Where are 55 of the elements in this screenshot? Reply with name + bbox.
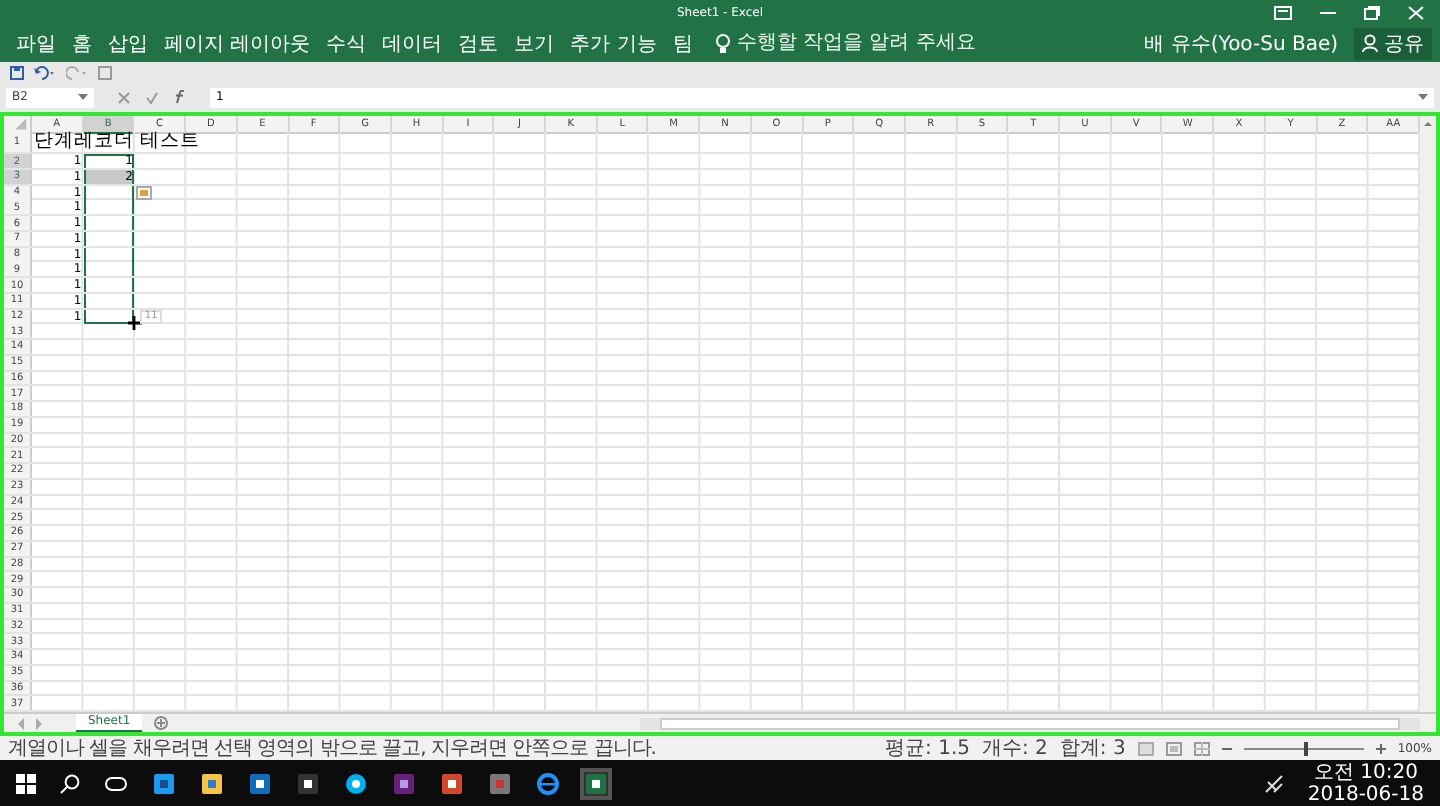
ribbon-display-icon[interactable] xyxy=(1274,6,1292,20)
ribbon-tab[interactable]: 추가 기능 xyxy=(570,29,657,57)
add-sheet-icon[interactable] xyxy=(154,716,169,730)
fill-cursor-icon xyxy=(128,315,143,329)
folder-icon[interactable] xyxy=(200,771,224,795)
close-icon[interactable] xyxy=(1408,6,1424,20)
status-stat: 평균: 1.5 xyxy=(885,736,970,762)
ribbon-tab[interactable]: 삽입 xyxy=(108,29,148,57)
task-view-icon[interactable] xyxy=(104,773,128,793)
clock-time[interactable]: 오전 10:20 xyxy=(1313,761,1418,783)
horizontal-scrollbar[interactable] xyxy=(640,717,1420,729)
zoom-in-icon[interactable] xyxy=(1375,743,1386,753)
selected-cell[interactable] xyxy=(83,278,135,292)
table-cell[interactable]: 단계레코더 테스트 xyxy=(32,132,238,152)
browser-app-icon[interactable] xyxy=(536,771,560,795)
status-stat: 합계: 3 xyxy=(1059,736,1126,762)
selected-cell[interactable] xyxy=(83,247,135,261)
redo-icon xyxy=(66,66,88,80)
restore-icon[interactable] xyxy=(1364,6,1380,20)
ribbon-tab[interactable]: 파일 xyxy=(16,29,56,57)
selected-cell[interactable] xyxy=(83,231,135,246)
person-icon xyxy=(1362,34,1378,52)
ribbon-tab[interactable]: 데이터 xyxy=(382,29,443,57)
lightbulb-icon xyxy=(716,33,731,53)
save-icon[interactable] xyxy=(10,66,24,80)
user-name[interactable]: 배 유수(Yoo-Su Bae) xyxy=(1144,29,1338,57)
status-message: 계열이나 셀을 채우려면 선택 영역의 밖으로 끌고, 지우려면 안쪽으로 끕니다. xyxy=(8,736,656,762)
ribbon-tab[interactable]: 검토 xyxy=(458,29,499,57)
selected-cell[interactable] xyxy=(83,185,135,199)
selected-cell[interactable] xyxy=(83,200,135,215)
share-button[interactable]: 공유 xyxy=(1354,27,1432,59)
ribbon-tab[interactable]: 페이지 레이아웃 xyxy=(164,29,311,57)
selected-cell[interactable] xyxy=(83,216,135,230)
ribbon-tab[interactable]: 홈 xyxy=(72,29,92,57)
scroll-up-icon[interactable] xyxy=(1420,116,1436,132)
ribbon-tab[interactable]: 수식 xyxy=(326,29,367,57)
spreadsheet-app-icon[interactable] xyxy=(584,771,608,795)
ribbon-tab[interactable]: 팀 xyxy=(672,29,693,57)
mail-app-icon[interactable] xyxy=(248,771,272,795)
function-icon[interactable] xyxy=(174,90,186,104)
slides-app-icon[interactable] xyxy=(440,771,464,795)
dropdown-caret-icon xyxy=(78,94,88,100)
minimize-icon[interactable] xyxy=(1320,6,1336,20)
expand-caret-icon[interactable] xyxy=(1418,94,1428,100)
tell-me-field[interactable]: 수행할 작업을 알려 주세요 xyxy=(716,32,1037,54)
search-icon[interactable] xyxy=(60,773,80,793)
undo-icon[interactable] xyxy=(34,66,56,80)
vertical-scrollbar[interactable] xyxy=(1420,116,1436,712)
windows-start-icon[interactable] xyxy=(16,773,36,793)
status-stat: 개수: 2 xyxy=(982,736,1048,762)
ribbon-tab[interactable]: 보기 xyxy=(514,29,555,57)
selected-cell[interactable] xyxy=(83,293,135,308)
network-icon[interactable] xyxy=(1263,773,1284,793)
clock-date[interactable]: 2018-06-18 xyxy=(1307,783,1424,805)
selected-cell[interactable] xyxy=(83,262,135,277)
